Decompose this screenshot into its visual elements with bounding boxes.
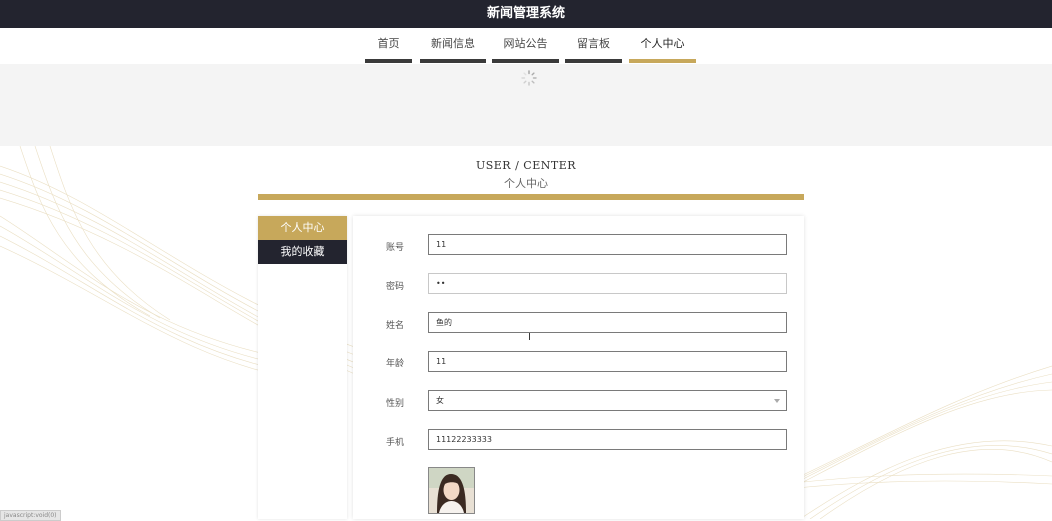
sidebar-item-favorites[interactable]: 我的收藏 <box>258 240 347 264</box>
sidebar-item-user-center[interactable]: 个人中心 <box>258 216 347 240</box>
account-label: 账号 <box>386 243 405 253</box>
app-title-bar: 新闻管理系统 <box>0 0 1052 28</box>
phone-input[interactable]: 11122233333 <box>428 429 787 450</box>
account-input[interactable]: 11 <box>428 234 787 255</box>
password-label: 密码 <box>386 282 405 292</box>
gender-select[interactable]: 女 <box>428 390 787 411</box>
nav-announcements[interactable]: 网站公告 <box>492 28 559 63</box>
phone-label: 手机 <box>386 438 405 448</box>
age-label: 年龄 <box>386 359 405 369</box>
avatar-image <box>429 468 474 513</box>
user-sidebar: 个人中心 我的收藏 <box>258 216 347 519</box>
app-title: 新闻管理系统 <box>486 6 565 21</box>
section-title-en: USER / CENTER <box>475 159 577 172</box>
avatar[interactable] <box>428 467 475 514</box>
name-input[interactable]: 鱼的 <box>428 312 787 333</box>
password-input[interactable]: •• <box>428 273 787 294</box>
nav-user-center[interactable]: 个人中心 <box>629 28 696 63</box>
loading-spinner-icon <box>521 70 537 86</box>
text-cursor-icon: I <box>528 332 531 343</box>
gender-label: 性别 <box>386 399 405 409</box>
nav-message-board[interactable]: 留言板 <box>565 28 622 63</box>
section-divider <box>258 194 804 200</box>
section-title-cn: 个人中心 <box>504 177 548 190</box>
nav-home[interactable]: 首页 <box>365 28 412 63</box>
age-input[interactable]: 11 <box>428 351 787 372</box>
nav-news[interactable]: 新闻信息 <box>420 28 486 63</box>
gender-select-value: 女 <box>436 396 444 405</box>
chevron-down-icon <box>774 399 780 403</box>
status-url-tip: javascript:void(0) <box>0 510 61 521</box>
name-label: 姓名 <box>386 321 405 331</box>
main-nav: 首页 新闻信息 网站公告 留言板 个人中心 <box>0 28 1052 64</box>
